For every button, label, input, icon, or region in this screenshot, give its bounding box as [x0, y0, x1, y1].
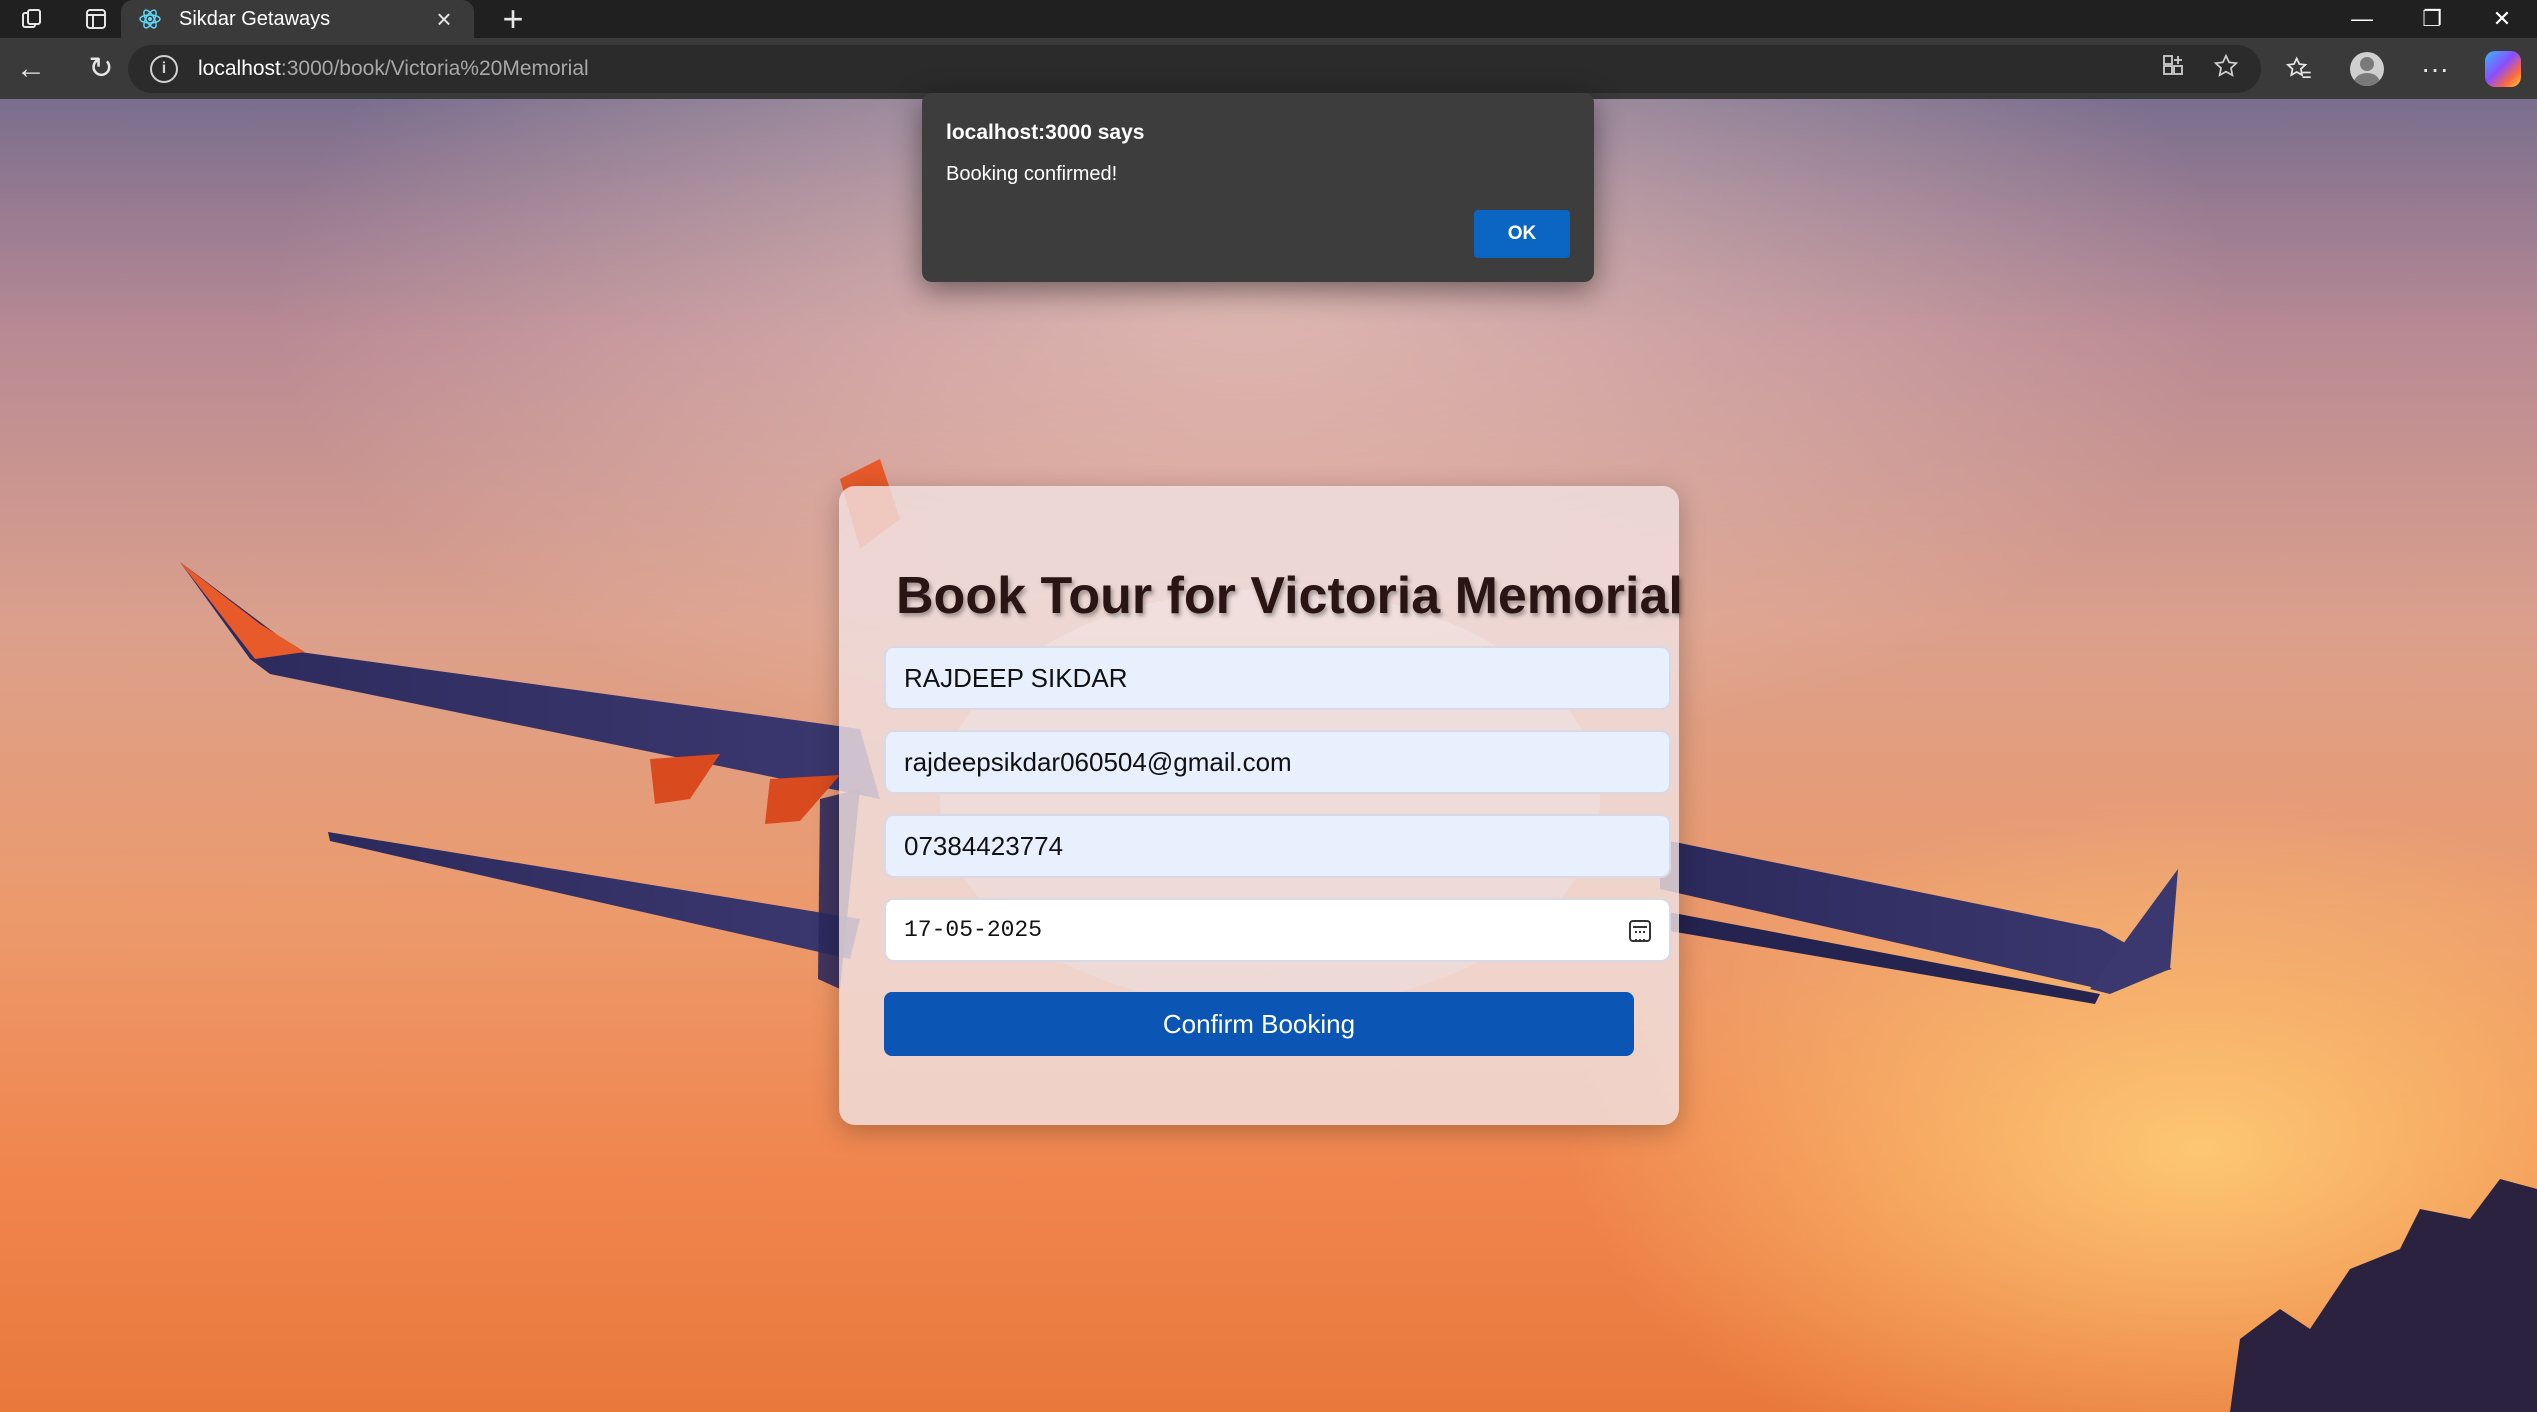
calendar-icon[interactable]	[1629, 920, 1651, 942]
email-input[interactable]: rajdeepsikdar060504@gmail.com	[884, 730, 1671, 794]
dialog-message: Booking confirmed!	[946, 163, 1118, 185]
date-value: 17-05-2025	[904, 917, 1043, 943]
name-input[interactable]: RAJDEEP SIKDAR	[884, 646, 1671, 710]
favorite-star-icon[interactable]	[2213, 53, 2239, 86]
toolbar-right: ···	[2265, 38, 2537, 99]
copilot-icon[interactable]	[2485, 50, 2521, 87]
new-tab-button[interactable]: +	[493, 0, 533, 39]
refresh-button[interactable]: ↻	[70, 38, 132, 99]
close-tab-icon[interactable]: ×	[430, 4, 458, 35]
dialog-ok-button[interactable]: OK	[1474, 210, 1570, 258]
site-info-icon[interactable]: i	[150, 55, 178, 83]
tab-title: Sikdar Getaways	[179, 7, 331, 30]
tab-actions-icon[interactable]	[64, 0, 128, 38]
workspaces-icon[interactable]	[0, 0, 64, 38]
back-button[interactable]: ←	[0, 38, 62, 99]
react-icon	[137, 6, 163, 32]
page-viewport: Book Tour for Victoria Memorial RAJDEEP …	[0, 99, 2537, 1412]
window-controls: — ❐ ✕	[2327, 0, 2537, 38]
dialog-title: localhost:3000 says	[946, 121, 1145, 144]
close-window-button[interactable]: ✕	[2467, 0, 2537, 38]
minimize-button[interactable]: —	[2327, 0, 2397, 38]
browser-tab[interactable]: Sikdar Getaways ×	[121, 0, 474, 38]
url-host: localhost	[198, 57, 281, 80]
confirm-booking-button[interactable]: Confirm Booking	[884, 992, 1634, 1056]
url-text[interactable]: localhost:3000/book/Victoria%20Memorial	[198, 57, 589, 81]
alert-dialog: localhost:3000 says Booking confirmed! O…	[922, 93, 1594, 282]
url-path: :3000/book/Victoria%20Memorial	[280, 57, 589, 80]
booking-card: Book Tour for Victoria Memorial RAJDEEP …	[839, 486, 1683, 1125]
booking-heading: Book Tour for Victoria Memorial	[896, 567, 1683, 625]
date-input[interactable]: 17-05-2025	[884, 898, 1671, 962]
profile-avatar-icon[interactable]	[2350, 51, 2384, 86]
more-menu-icon[interactable]: ···	[2401, 38, 2469, 99]
phone-input[interactable]: 07384423774	[884, 814, 1671, 878]
restore-button[interactable]: ❐	[2397, 0, 2467, 38]
app-available-icon[interactable]	[2161, 53, 2185, 86]
favorites-icon[interactable]	[2265, 38, 2333, 99]
address-bar[interactable]: i localhost:3000/book/Victoria%20Memoria…	[128, 45, 2261, 93]
